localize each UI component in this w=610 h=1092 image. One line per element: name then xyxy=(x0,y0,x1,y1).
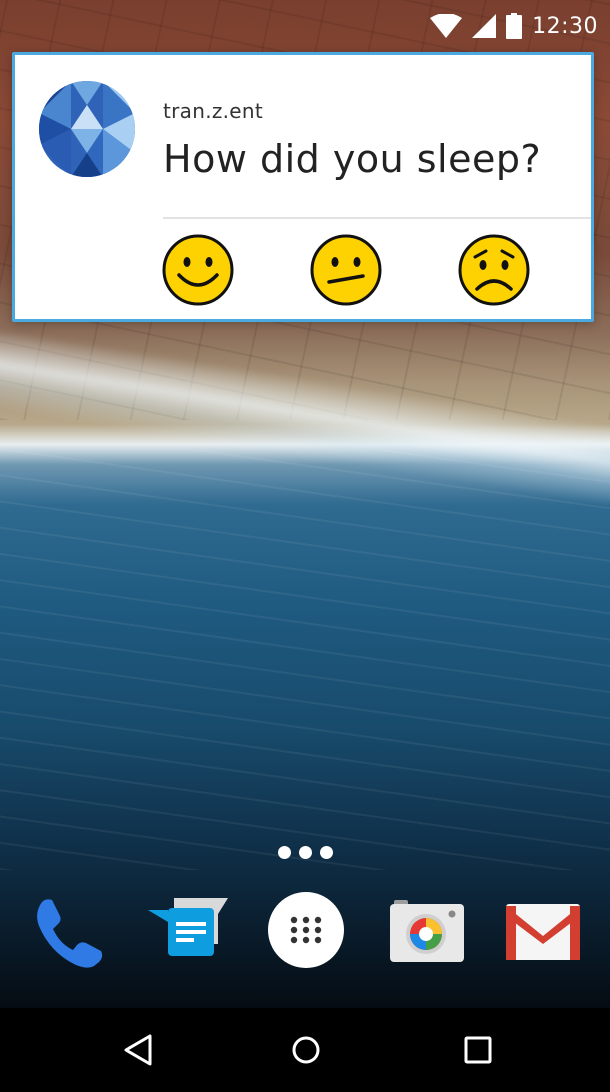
neutral-face-icon[interactable] xyxy=(309,233,383,307)
camera-icon[interactable] xyxy=(384,888,468,972)
wifi-icon xyxy=(430,14,463,38)
gmail-icon[interactable] xyxy=(500,888,584,972)
dock xyxy=(0,888,610,978)
page-dot xyxy=(298,846,312,859)
sad-face-icon[interactable] xyxy=(457,233,531,307)
page-indicator xyxy=(0,846,610,859)
back-icon[interactable] xyxy=(116,1028,160,1072)
notification-app-name: tran.z.ent xyxy=(163,99,264,123)
navigation-bar xyxy=(0,1008,610,1092)
status-bar: 12:30 xyxy=(0,0,610,52)
messenger-icon[interactable] xyxy=(146,888,230,972)
wallpaper-waves xyxy=(0,450,610,870)
app-avatar-icon xyxy=(39,81,135,177)
notification-title: How did you sleep? xyxy=(163,137,542,181)
app-drawer-icon[interactable] xyxy=(264,888,348,972)
battery-icon xyxy=(506,13,523,39)
recents-icon[interactable] xyxy=(456,1028,500,1072)
status-icons: 12:30 xyxy=(430,10,598,42)
page-dot xyxy=(319,846,333,859)
notification-divider xyxy=(163,217,591,219)
phone-icon[interactable] xyxy=(28,888,112,972)
notification-card[interactable]: tran.z.ent How did you sleep? xyxy=(12,52,594,322)
cell-signal-icon xyxy=(472,14,497,38)
happy-face-icon[interactable] xyxy=(161,233,235,307)
home-icon[interactable] xyxy=(284,1028,328,1072)
page-dot xyxy=(277,846,291,859)
status-time: 12:30 xyxy=(532,13,598,39)
